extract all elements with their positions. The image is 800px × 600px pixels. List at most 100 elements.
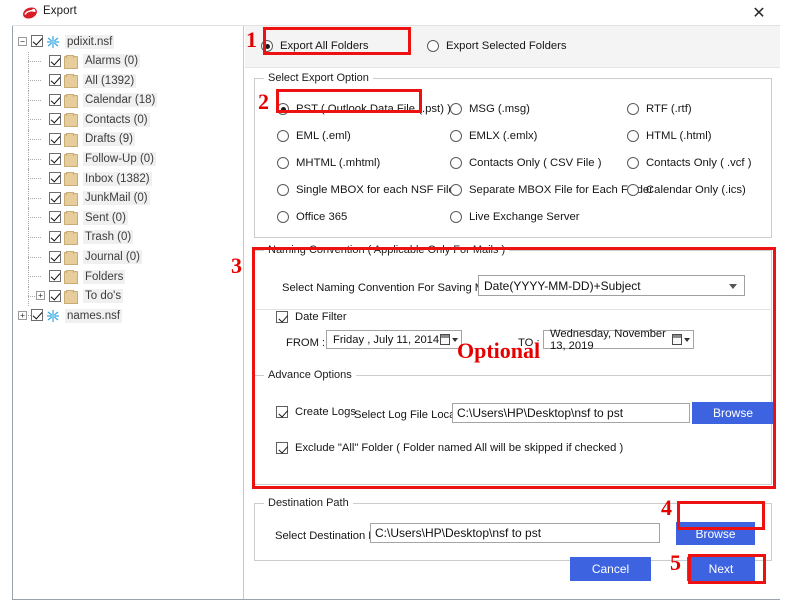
browse-log-location-button[interactable]: Browse — [692, 402, 774, 424]
advance-options-label: Advance Options — [264, 369, 356, 381]
tree-item-junkmail-0[interactable]: JunkMail (0) — [13, 189, 244, 209]
radio-label-rtf-rtf: RTF (.rtf) — [646, 103, 692, 115]
radio-export-all-folders[interactable]: Export All Folders — [261, 40, 369, 52]
create-logs-checkbox[interactable] — [276, 406, 288, 418]
tree-item-checkbox[interactable] — [49, 231, 61, 243]
radio-export-selected-folders[interactable]: Export Selected Folders — [427, 40, 567, 52]
tree-item-checkbox[interactable] — [49, 94, 61, 106]
tree-item-checkbox[interactable] — [49, 55, 61, 67]
tree-item-checkbox[interactable] — [31, 35, 43, 47]
folder-icon — [64, 271, 78, 284]
radio-indicator-contacts-only-csv-file[interactable] — [450, 157, 462, 169]
radio-option-html-html[interactable]: HTML (.html) — [627, 130, 711, 142]
tree-item-contacts-0[interactable]: Contacts (0) — [13, 110, 244, 130]
annotation-number-5: 5 — [670, 552, 681, 574]
tree-collapse-icon[interactable]: − — [18, 37, 27, 46]
radio-option-mhtml-mhtml[interactable]: MHTML (.mhtml) — [277, 157, 380, 169]
tree-item-checkbox[interactable] — [49, 192, 61, 204]
exclude-all-folder-checkbox-row[interactable]: Exclude "All" Folder ( Folder named All … — [276, 442, 623, 454]
radio-label-export-selected: Export Selected Folders — [446, 40, 567, 52]
tree-item-checkbox[interactable] — [49, 153, 61, 165]
radio-option-msg-msg[interactable]: MSG (.msg) — [450, 103, 530, 115]
tree-guide-line — [28, 178, 41, 179]
browse-destination-button[interactable]: Browse — [676, 522, 755, 545]
tree-item-alarms-0[interactable]: Alarms (0) — [13, 52, 244, 72]
date-filter-checkbox-row[interactable]: Date Filter — [276, 311, 347, 323]
radio-indicator-export-all[interactable] — [261, 40, 273, 52]
radio-option-single-mbox-for-each-nsf-file[interactable]: Single MBOX for each NSF File — [277, 184, 455, 196]
naming-convention-select[interactable]: Date(YYYY-MM-DD)+Subject — [478, 275, 745, 296]
radio-indicator-office-365[interactable] — [277, 211, 289, 223]
radio-indicator-html-html[interactable] — [627, 130, 639, 142]
date-from-picker[interactable]: Friday , July 11, 2014 — [326, 330, 462, 349]
tree-item-checkbox[interactable] — [31, 309, 43, 321]
calendar-icon[interactable] — [672, 334, 690, 345]
radio-indicator-pst-outlook-data-file-pst[interactable] — [277, 103, 289, 115]
radio-indicator-single-mbox-for-each-nsf-file[interactable] — [277, 184, 289, 196]
radio-option-contacts-only-vcf[interactable]: Contacts Only ( .vcf ) — [627, 157, 751, 169]
tree-item-checkbox[interactable] — [49, 113, 61, 125]
radio-option-office-365[interactable]: Office 365 — [277, 211, 347, 223]
tree-item-all-1392[interactable]: All (1392) — [13, 71, 244, 91]
tree-item-names-nsf[interactable]: +names.nsf — [13, 306, 244, 326]
tree-item-to-do-s[interactable]: +To do's — [13, 287, 244, 307]
create-logs-checkbox-row[interactable]: Create Logs — [276, 406, 356, 418]
radio-indicator-export-selected[interactable] — [427, 40, 439, 52]
tree-item-checkbox[interactable] — [49, 133, 61, 145]
tree-item-folders[interactable]: Folders — [13, 267, 244, 287]
radio-indicator-calendar-only-ics[interactable] — [627, 184, 639, 196]
next-button[interactable]: Next — [687, 557, 755, 581]
tree-item-checkbox[interactable] — [49, 290, 61, 302]
radio-option-pst-outlook-data-file-pst[interactable]: PST ( Outlook Data File (.pst) ) — [277, 103, 451, 115]
tree-item-trash-0[interactable]: Trash (0) — [13, 228, 244, 248]
main-content: Export All Folders Export Selected Folde… — [245, 26, 780, 599]
radio-option-calendar-only-ics[interactable]: Calendar Only (.ics) — [627, 184, 746, 196]
next-button-label: Next — [709, 562, 734, 576]
tree-item-journal-0[interactable]: Journal (0) — [13, 248, 244, 268]
radio-indicator-separate-mbox-file-for-each-folder[interactable] — [450, 184, 462, 196]
calendar-icon[interactable] — [440, 334, 458, 345]
tree-item-calendar-18[interactable]: Calendar (18) — [13, 91, 244, 111]
tree-item-label: Alarms (0) — [83, 54, 140, 68]
date-filter-checkbox[interactable] — [276, 311, 288, 323]
tree-expand-icon[interactable]: + — [36, 291, 45, 300]
radio-option-emlx-emlx[interactable]: EMLX (.emlx) — [450, 130, 537, 142]
tree-item-sent-0[interactable]: Sent (0) — [13, 208, 244, 228]
radio-indicator-rtf-rtf[interactable] — [627, 103, 639, 115]
radio-indicator-mhtml-mhtml[interactable] — [277, 157, 289, 169]
nsf-database-icon — [46, 309, 60, 323]
tree-item-checkbox[interactable] — [49, 74, 61, 86]
radio-indicator-emlx-emlx[interactable] — [450, 130, 462, 142]
folder-icon — [64, 212, 78, 225]
tree-item-drafts-9[interactable]: Drafts (9) — [13, 130, 244, 150]
tree-item-checkbox[interactable] — [49, 211, 61, 223]
destination-path-input[interactable] — [370, 523, 660, 543]
folder-tree-panel[interactable]: −pdixit.nsf Alarms (0) All (1392)Calendar … — [13, 26, 244, 599]
radio-option-eml-eml[interactable]: EML (.eml) — [277, 130, 351, 142]
browse-destination-button-label: Browse — [695, 527, 735, 541]
radio-indicator-msg-msg[interactable] — [450, 103, 462, 115]
radio-option-live-exchange-server[interactable]: Live Exchange Server — [450, 211, 580, 223]
tree-item-follow-up-0[interactable]: Follow-Up (0) — [13, 150, 244, 170]
close-icon[interactable]: ✕ — [748, 3, 770, 23]
log-location-input[interactable] — [452, 403, 690, 423]
radio-indicator-eml-eml[interactable] — [277, 130, 289, 142]
cancel-button[interactable]: Cancel — [570, 557, 651, 581]
radio-indicator-live-exchange-server[interactable] — [450, 211, 462, 223]
tree-expand-icon[interactable]: + — [18, 311, 27, 320]
tree-item-checkbox[interactable] — [49, 251, 61, 263]
tree-item-checkbox[interactable] — [49, 172, 61, 184]
date-to-picker[interactable]: Wednesday, November 13, 2019 — [543, 330, 694, 349]
tree-guide-line — [28, 276, 41, 277]
tree-item-label: Sent (0) — [83, 211, 128, 225]
exclude-all-folder-checkbox[interactable] — [276, 442, 288, 454]
tree-item-inbox-1382[interactable]: Inbox (1382) — [13, 169, 244, 189]
radio-option-separate-mbox-file-for-each-folder[interactable]: Separate MBOX File for Each Folder — [450, 184, 653, 196]
tree-guide-line — [28, 198, 41, 199]
radio-indicator-contacts-only-vcf[interactable] — [627, 157, 639, 169]
tree-guide-line — [28, 80, 41, 81]
radio-option-rtf-rtf[interactable]: RTF (.rtf) — [627, 103, 692, 115]
tree-item-checkbox[interactable] — [49, 270, 61, 282]
radio-option-contacts-only-csv-file[interactable]: Contacts Only ( CSV File ) — [450, 157, 601, 169]
tree-item-pdixit-nsf[interactable]: −pdixit.nsf — [13, 32, 244, 52]
